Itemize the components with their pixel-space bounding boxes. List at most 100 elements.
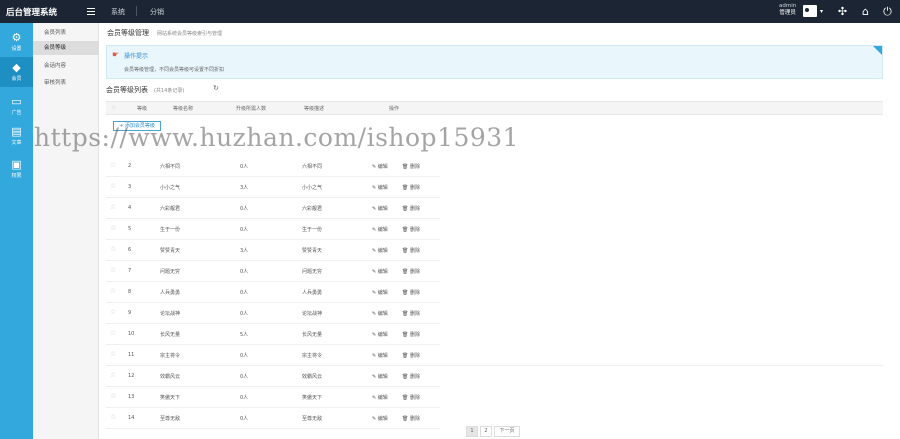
edit-button[interactable]: ✎ 编辑: [372, 310, 388, 317]
star-icon[interactable]: ☆: [110, 413, 116, 421]
user-role: 管理员: [779, 10, 796, 16]
level-id-cell: 10: [128, 331, 135, 337]
star-icon[interactable]: ☆: [110, 392, 116, 400]
star-icon[interactable]: ☆: [110, 287, 116, 295]
select-all-icon[interactable]: ☆: [111, 104, 116, 111]
edit-button[interactable]: ✎ 编辑: [372, 352, 388, 359]
delete-button[interactable]: 🗑 删除: [402, 394, 420, 401]
level-desc-cell: 生于一份: [302, 227, 323, 233]
required-people-cell: 0人: [240, 353, 249, 359]
star-icon[interactable]: ☆: [110, 350, 116, 358]
collapse-corner-icon[interactable]: [873, 46, 882, 55]
level-desc-cell: 问题无穷: [302, 269, 323, 275]
sidebar-item-permissions[interactable]: ▣ 权限: [0, 154, 33, 184]
level-id-cell: 2: [128, 163, 132, 169]
delete-button[interactable]: 🗑 删除: [402, 331, 420, 338]
sidebar-item-settings[interactable]: ⚙ 设置: [0, 27, 33, 57]
sidebar-item-ads[interactable]: ▭ 广告: [0, 91, 33, 121]
star-icon[interactable]: ☆: [110, 161, 116, 169]
edit-label: 编辑: [377, 395, 388, 401]
trash-icon: 🗑: [402, 395, 410, 401]
delete-button[interactable]: 🗑 删除: [402, 310, 420, 317]
topnav-item-system[interactable]: 系统: [111, 7, 125, 17]
trash-icon: 🗑: [402, 248, 410, 254]
delete-button[interactable]: 🗑 删除: [402, 163, 420, 170]
refresh-icon[interactable]: ↻: [213, 84, 219, 92]
level-name-cell: 赞赞青天: [160, 248, 181, 254]
topnav-item-distribution[interactable]: 分销: [150, 7, 164, 17]
delete-button[interactable]: 🗑 删除: [402, 289, 420, 296]
edit-button[interactable]: ✎ 编辑: [372, 373, 388, 380]
sidebar-item-members[interactable]: ◆ 会员: [0, 57, 33, 87]
page-button-2[interactable]: 2: [480, 426, 492, 437]
table-row: ☆ 3 小小之气 3人 小小之气 ✎ 编辑 🗑 删除: [106, 177, 440, 198]
edit-button[interactable]: ✎ 编辑: [372, 184, 388, 191]
edit-button[interactable]: ✎ 编辑: [372, 289, 388, 296]
sidebar-item-label: 文章: [11, 140, 22, 146]
edit-button[interactable]: ✎ 编辑: [372, 205, 388, 212]
subnav-item-member-level[interactable]: 会员等级: [33, 41, 99, 55]
sidebar-item-articles[interactable]: ▤ 文章: [0, 121, 33, 151]
edit-button[interactable]: ✎ 编辑: [372, 247, 388, 254]
star-icon[interactable]: ☆: [110, 203, 116, 211]
main-content: 会员等级管理 网站系统会员等级索引与管理 ☛ 操作提示 会员等级管理，不同会员等…: [99, 23, 900, 439]
table-row: ☆ 4 六彩靓君 0人 六彩靓君 ✎ 编辑 🗑 删除: [106, 198, 440, 219]
level-desc-cell: 六彩靓君: [302, 206, 323, 212]
required-people-cell: 0人: [240, 227, 249, 233]
level-desc-cell: 六相不同: [302, 164, 323, 170]
level-desc-cell: 小小之气: [302, 185, 323, 191]
star-icon[interactable]: ☆: [110, 371, 116, 379]
required-people-cell: 0人: [240, 206, 249, 212]
user-info[interactable]: admin 管理员: [779, 3, 796, 17]
sub-navigation: 会员列表 会员等级 会话内容 审核列表: [33, 23, 99, 439]
edit-button[interactable]: ✎ 编辑: [372, 394, 388, 401]
edit-button[interactable]: ✎ 编辑: [372, 331, 388, 338]
edit-button[interactable]: ✎ 编辑: [372, 415, 388, 422]
delete-button[interactable]: 🗑 删除: [402, 247, 420, 254]
home-icon[interactable]: ⌂: [859, 5, 872, 18]
delete-label: 删除: [409, 185, 420, 191]
star-icon[interactable]: ☆: [110, 224, 116, 232]
level-id-cell: 9: [128, 310, 132, 316]
trash-icon: 🗑: [402, 164, 410, 170]
edit-label: 编辑: [377, 332, 388, 338]
table-row: ☆ 6 赞赞青天 3人 赞赞青天 ✎ 编辑 🗑 删除: [106, 240, 440, 261]
subnav-item-member-list[interactable]: 会员列表: [33, 26, 99, 40]
level-id-cell: 8: [128, 289, 132, 295]
id-card-icon[interactable]: [803, 5, 817, 17]
delete-button[interactable]: 🗑 删除: [402, 184, 420, 191]
delete-button[interactable]: 🗑 删除: [402, 415, 420, 422]
column-header: 等级描述: [304, 106, 325, 112]
edit-label: 编辑: [377, 353, 388, 359]
star-icon[interactable]: ☆: [110, 245, 116, 253]
sidebar-item-label: 会员: [11, 76, 22, 82]
edit-label: 编辑: [377, 206, 388, 212]
sidebar: ⚙ 设置 ◆ 会员 ▭ 广告 ▤ 文章 ▣ 权限: [0, 23, 33, 439]
delete-label: 删除: [409, 332, 420, 338]
delete-button[interactable]: 🗑 删除: [402, 352, 420, 359]
delete-button[interactable]: 🗑 删除: [402, 226, 420, 233]
menu-toggle-icon[interactable]: [87, 8, 95, 15]
edit-button[interactable]: ✎ 编辑: [372, 163, 388, 170]
star-icon[interactable]: ☆: [110, 182, 116, 190]
level-name-cell: 六相不同: [160, 164, 181, 170]
power-icon[interactable]: ⏻: [881, 5, 894, 18]
delete-button[interactable]: 🗑 删除: [402, 205, 420, 212]
next-page-button[interactable]: 下一页: [494, 426, 520, 437]
star-icon[interactable]: ☆: [110, 329, 116, 337]
subnav-item-session-content[interactable]: 会话内容: [33, 59, 99, 73]
subnav-item-review-list[interactable]: 审核列表: [33, 76, 99, 90]
edit-button[interactable]: ✎ 编辑: [372, 268, 388, 275]
star-icon[interactable]: ☆: [110, 266, 116, 274]
delete-button[interactable]: 🗑 删除: [402, 268, 420, 275]
chevron-down-icon[interactable]: ▾: [820, 8, 823, 15]
network-icon[interactable]: ✣: [836, 5, 849, 18]
level-desc-cell: 宗主将令: [302, 353, 323, 359]
edit-button[interactable]: ✎ 编辑: [372, 226, 388, 233]
delete-button[interactable]: 🗑 删除: [402, 373, 420, 380]
edit-label: 编辑: [377, 311, 388, 317]
star-icon[interactable]: ☆: [110, 308, 116, 316]
delete-label: 删除: [409, 269, 420, 275]
delete-label: 删除: [409, 206, 420, 212]
page-button-1[interactable]: 1: [466, 426, 478, 437]
